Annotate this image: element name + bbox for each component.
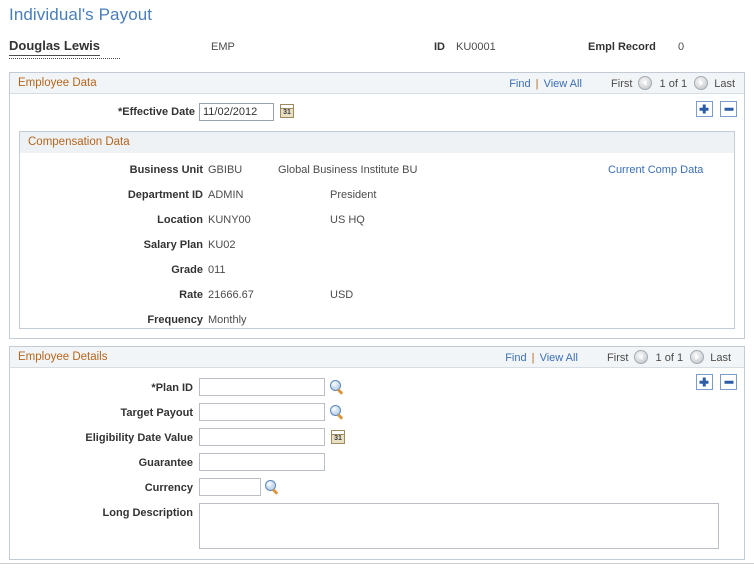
row-count: 1 of 1 [659,78,688,90]
currency-label: Currency [144,482,193,494]
currency-magnifier-icon[interactable] [265,480,280,495]
employee-name-underline [9,58,120,59]
first-link-details[interactable]: First [606,352,629,364]
employee-data-header: Employee Data Find | View All First 1 of… [10,73,744,94]
previous-row-icon[interactable] [638,76,653,90]
delete-detail-row-button[interactable] [720,374,737,390]
delete-row-button[interactable] [720,101,737,117]
rate-description: USD [330,289,354,301]
employee-data-title: Employee Data [18,77,97,89]
employee-details-title: Employee Details [18,351,108,363]
employee-details-header: Employee Details Find | View All First 1… [10,347,744,368]
find-link-details[interactable]: Find [505,352,526,364]
grade-value: 011 [208,264,226,276]
compensation-data-groupbox: Compensation Data Current Comp Data Busi… [19,131,735,329]
last-link-details[interactable]: Last [709,352,732,364]
business-unit-description: Global Business Institute BU [278,164,418,176]
employee-details-nav: Find | View All First 1 of 1 Last [505,350,732,364]
business-unit-label: Business Unit [129,164,203,176]
eligibility-date-value-label: Eligibility Date Value [85,432,193,444]
next-row-icon[interactable] [694,76,709,90]
frequency-value: Monthly [208,314,247,326]
plan-id-input[interactable] [199,378,325,396]
plan-id-label: *Plan ID [151,382,193,394]
target-payout-magnifier-icon[interactable] [330,405,345,420]
employee-name: Douglas Lewis [9,38,101,56]
view-all-link[interactable]: View All [544,78,582,90]
rate-value: 21666.67 [208,289,254,301]
nav-separator-details: | [531,352,535,364]
empl-record-value: 0 [678,41,685,53]
currency-input[interactable] [199,478,261,496]
department-id-value: ADMIN [208,189,244,201]
view-all-link-details[interactable]: View All [540,352,578,364]
compensation-data-title: Compensation Data [28,136,130,148]
rate-label: Rate [179,289,203,301]
add-row-button[interactable] [695,101,713,117]
employee-type: EMP [211,41,235,53]
effective-date-label: *Effective Date [117,106,195,118]
empl-record-label: Empl Record [588,41,656,53]
eligibility-date-value-input[interactable] [199,428,325,446]
target-payout-label: Target Payout [120,407,193,419]
previous-row-icon-details[interactable] [634,350,649,364]
compensation-data-header: Compensation Data [20,132,734,153]
add-detail-row-button[interactable] [695,374,713,390]
calendar-icon[interactable] [280,104,294,118]
department-id-description: President [330,189,377,201]
employee-id-value: KU0001 [456,41,496,53]
eligibility-date-calendar-icon[interactable] [331,430,345,444]
employee-data-groupbox: Employee Data Find | View All First 1 of… [9,72,745,339]
next-row-icon-details[interactable] [690,350,705,364]
salary-plan-value: KU02 [208,239,236,251]
page-bottom-border [0,563,754,564]
find-link[interactable]: Find [509,78,530,90]
page-title: Individual's Payout [9,5,153,24]
last-link[interactable]: Last [713,78,736,90]
current-comp-data-link[interactable]: Current Comp Data [608,164,703,176]
plan-id-magnifier-icon[interactable] [330,380,345,395]
nav-separator: | [535,78,539,90]
grade-label: Grade [171,264,203,276]
long-description-label: Long Description [102,507,193,519]
salary-plan-label: Salary Plan [143,239,203,251]
business-unit-value: GBIBU [208,164,243,176]
effective-date-input[interactable] [199,103,274,121]
location-label: Location [157,214,203,226]
frequency-label: Frequency [147,314,203,326]
guarantee-label: Guarantee [138,457,193,469]
employee-data-nav: Find | View All First 1 of 1 Last [509,76,736,90]
guarantee-input[interactable] [199,453,325,471]
target-payout-input[interactable] [199,403,325,421]
employee-details-groupbox: Employee Details Find | View All First 1… [9,346,745,560]
employee-data-row-actions [692,101,737,117]
long-description-textarea[interactable] [199,503,719,549]
employee-header: Douglas Lewis EMP ID KU0001 Empl Record … [0,38,754,64]
employee-id-label: ID [434,41,445,53]
first-link[interactable]: First [610,78,633,90]
location-value: KUNY00 [208,214,251,226]
employee-details-row-actions [692,374,737,390]
department-id-label: Department ID [127,189,203,201]
row-count-details: 1 of 1 [655,352,684,364]
location-description: US HQ [330,214,365,226]
